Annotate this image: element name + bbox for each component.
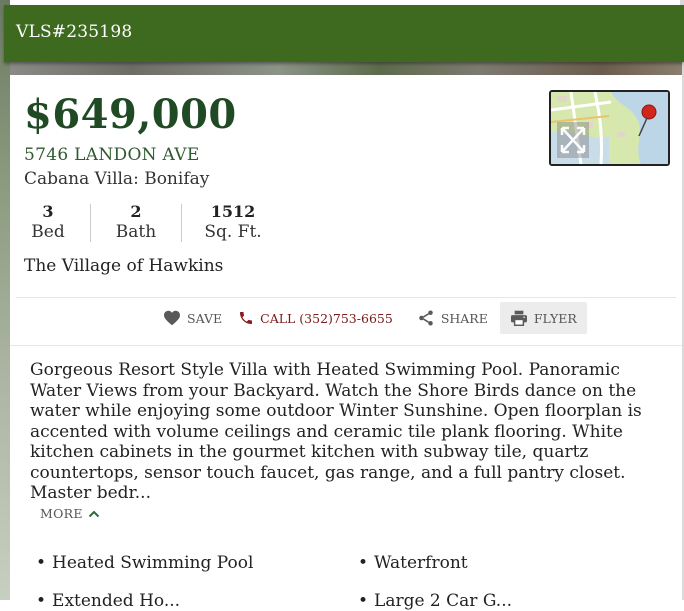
feature-item: • Large 2 Car G... bbox=[358, 591, 513, 611]
flyer-label: FLYER bbox=[533, 310, 577, 326]
listing-description: Gorgeous Resort Style Villa with Heated … bbox=[30, 360, 642, 503]
map-image bbox=[551, 92, 668, 164]
feature-text: Extended Ho... bbox=[52, 591, 181, 611]
more-toggle[interactable]: MORE bbox=[40, 506, 100, 521]
map-thumbnail[interactable] bbox=[549, 90, 670, 166]
listing-model: Cabana Villa: Bonifay bbox=[24, 169, 210, 189]
mls-number: VLS#235198 bbox=[16, 22, 133, 42]
listing-price: $649,000 bbox=[24, 91, 237, 138]
square-feet-value: 1512 bbox=[210, 202, 256, 221]
save-button[interactable]: SAVE bbox=[155, 302, 230, 334]
chevron-up-icon bbox=[88, 510, 100, 517]
flyer-button[interactable]: FLYER bbox=[499, 302, 587, 334]
stat-square-feet: 1512 Sq. Ft. bbox=[200, 202, 266, 242]
feature-text: Heated Swimming Pool bbox=[52, 553, 254, 573]
listing-card: $649,000 5746 LANDON AVE Cabana Villa: B… bbox=[10, 75, 682, 611]
feature-item: • Waterfront bbox=[358, 553, 468, 573]
bedroom-label: Bed bbox=[31, 222, 65, 242]
share-icon bbox=[419, 310, 433, 326]
bedroom-count: 3 bbox=[42, 202, 54, 221]
heart-icon bbox=[164, 310, 180, 326]
printer-icon bbox=[510, 310, 527, 326]
stat-bedrooms: 3 Bed bbox=[24, 202, 72, 242]
share-label: SHARE bbox=[440, 310, 488, 326]
expand-arrows-icon bbox=[557, 122, 589, 158]
save-label: SAVE bbox=[187, 310, 223, 326]
stat-divider bbox=[181, 204, 182, 242]
phone-icon bbox=[240, 312, 253, 324]
call-label: CALL (352)753-6655 bbox=[260, 310, 393, 326]
feature-text: Waterfront bbox=[374, 553, 468, 573]
stat-divider bbox=[90, 204, 91, 242]
action-bar: SAVE CALL (352)753-6655 SHARE FLYER bbox=[155, 302, 587, 334]
feature-item: • Heated Swimming Pool bbox=[36, 553, 254, 573]
map-pin-icon bbox=[641, 104, 657, 120]
call-button[interactable]: CALL (352)753-6655 bbox=[230, 302, 401, 334]
subdivision-name: The Village of Hawkins bbox=[24, 256, 224, 276]
divider bbox=[16, 297, 676, 298]
background-photo-edge bbox=[0, 0, 10, 600]
feature-text: Large 2 Car G... bbox=[374, 591, 513, 611]
listing-header-bar: VLS#235198 bbox=[4, 5, 684, 62]
bathroom-count: 2 bbox=[130, 202, 142, 221]
divider bbox=[10, 345, 682, 346]
more-label: MORE bbox=[40, 506, 83, 521]
feature-item: • Extended Ho... bbox=[36, 591, 181, 611]
square-feet-label: Sq. Ft. bbox=[204, 222, 262, 242]
stat-bathrooms: 2 Bath bbox=[108, 202, 164, 242]
share-button[interactable]: SHARE bbox=[409, 302, 496, 334]
listing-address: 5746 LANDON AVE bbox=[24, 145, 200, 165]
bathroom-label: Bath bbox=[115, 222, 157, 242]
